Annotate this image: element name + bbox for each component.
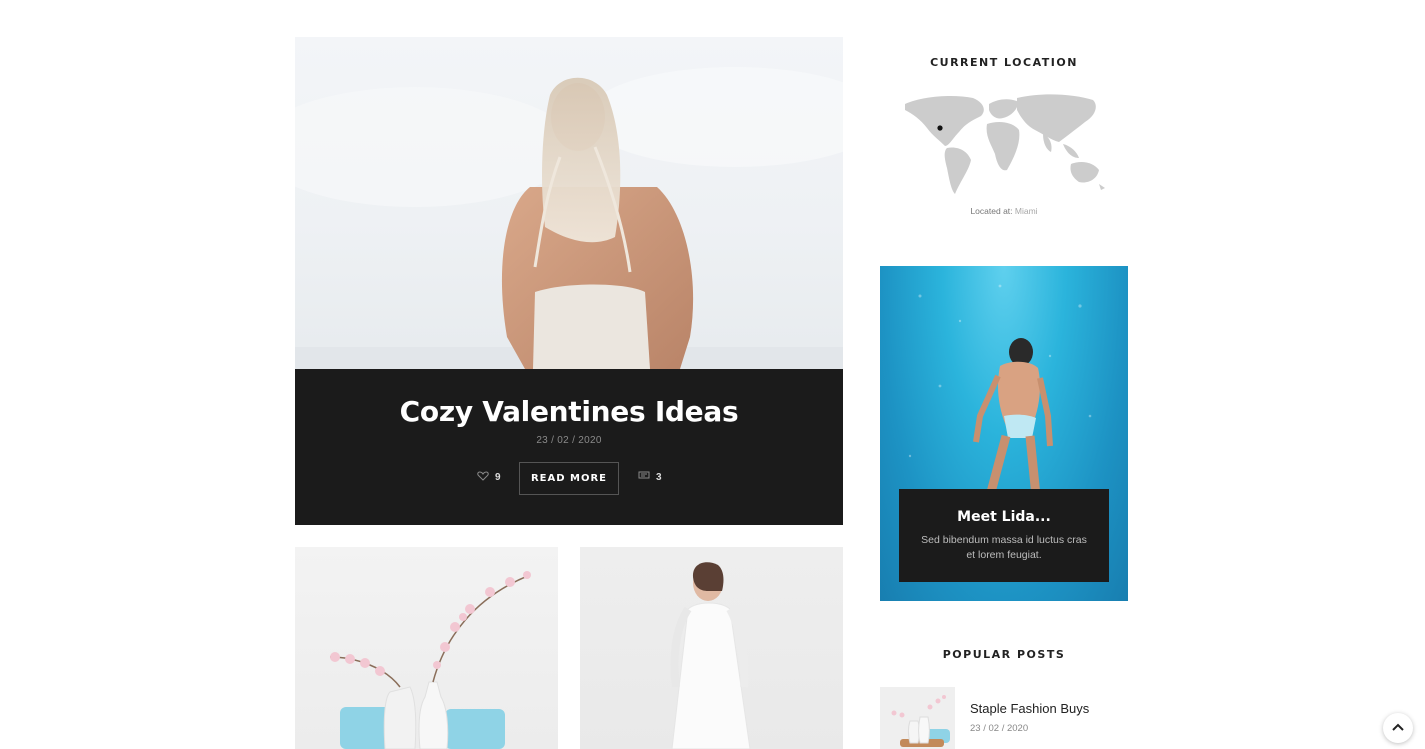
- comment-icon: [638, 471, 650, 479]
- about-text: Sed bibendum massa id luctus cras et lor…: [921, 534, 1087, 561]
- like-count: 9: [495, 472, 501, 483]
- featured-post-card: Cozy Valentines Ideas 23 / 02 / 2020 9 R…: [295, 369, 843, 525]
- about-card[interactable]: Meet Lida... Sed bibendum massa id luctu…: [880, 266, 1128, 601]
- featured-post-date: 23 / 02 / 2020: [536, 435, 602, 446]
- popular-posts-title: POPULAR POSTS: [942, 648, 1066, 661]
- post-card-woman-white[interactable]: [580, 547, 843, 749]
- comment-count: 3: [656, 472, 662, 483]
- location-prefix: Located at:: [970, 206, 1015, 216]
- scroll-top-button[interactable]: [1383, 713, 1413, 743]
- post-card-flowers[interactable]: [295, 547, 558, 749]
- featured-post-image[interactable]: [295, 37, 843, 369]
- comment-counter[interactable]: 3: [638, 471, 662, 483]
- featured-post: Cozy Valentines Ideas 23 / 02 / 2020 9 R…: [295, 37, 843, 525]
- about-title: Meet Lida...: [957, 509, 1051, 525]
- popular-post-title[interactable]: Staple Fashion Buys: [970, 701, 1089, 716]
- featured-post-title[interactable]: Cozy Valentines Ideas: [295, 395, 843, 428]
- about-box: Meet Lida... Sed bibendum massa id luctu…: [899, 489, 1109, 582]
- popular-post-thumbnail[interactable]: [880, 687, 955, 749]
- chevron-up-icon: [1392, 723, 1404, 731]
- featured-post-meta: 9 READ MORE 3: [295, 462, 843, 495]
- popular-post-item[interactable]: Staple Fashion Buys 23 / 02 / 2020: [880, 687, 1128, 749]
- current-location-title: CURRENT LOCATION: [930, 56, 1078, 69]
- like-counter[interactable]: 9: [477, 471, 501, 483]
- read-more-button[interactable]: READ MORE: [519, 462, 619, 495]
- popular-post-date: 23 / 02 / 2020: [970, 723, 1029, 734]
- map-caption: Located at: Miami: [880, 206, 1128, 216]
- world-map: [903, 90, 1107, 200]
- location-city: Miami: [1014, 206, 1038, 216]
- heart-icon: [477, 471, 489, 481]
